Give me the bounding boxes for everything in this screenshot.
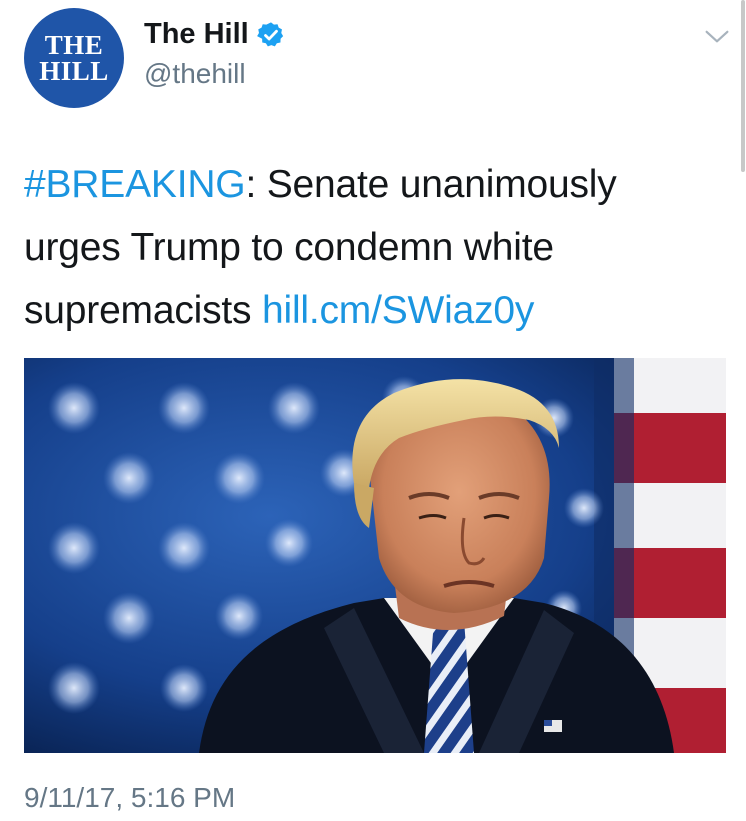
avatar-text-line1: THE [44,29,104,60]
tweet-timestamp[interactable]: 9/11/17, 5:16 PM [24,782,235,814]
author-handle[interactable]: @thehill [144,58,246,90]
author-name[interactable]: The Hill [144,18,249,51]
avatar-text-line2: HILL [39,56,109,86]
hashtag-link[interactable]: #BREAKING [24,163,246,206]
verified-badge-icon [256,21,285,49]
author-name-row[interactable]: The Hill [144,18,285,51]
photo-illustration [24,358,726,753]
tweet-card: THE HILL The Hill @thehill #BREAKING: Se… [0,0,746,821]
scrollbar[interactable] [741,0,745,172]
chevron-down-icon [705,30,729,43]
avatar[interactable]: THE HILL [24,8,124,108]
tweet-menu-button[interactable] [700,24,734,50]
tweet-text: #BREAKING: Senate unanimously urges Trum… [24,153,714,342]
tweet-photo[interactable] [24,358,726,753]
article-link[interactable]: hill.cm/SWiaz0y [262,289,534,332]
